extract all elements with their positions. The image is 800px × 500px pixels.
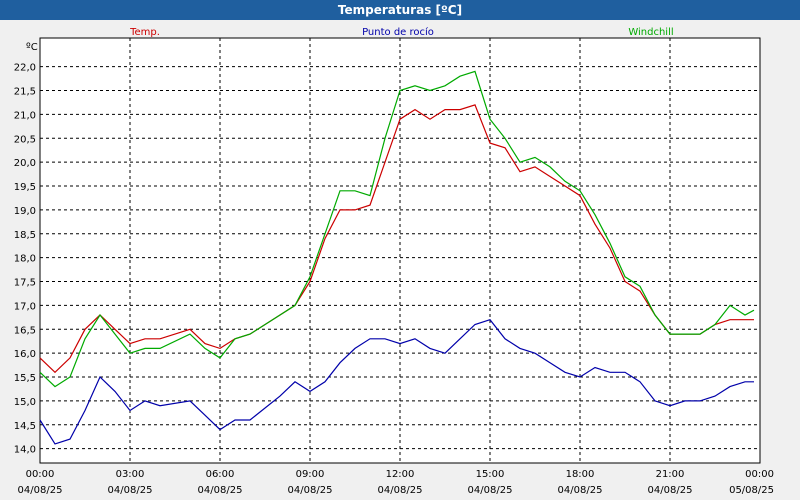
x-tick-time-label: 00:00 xyxy=(745,469,774,480)
y-tick-label: 22,0 xyxy=(14,63,36,74)
x-tick-time-label: 12:00 xyxy=(386,469,415,480)
y-tick-label: 16,0 xyxy=(14,349,36,360)
chart-window: Temperaturas [ºC] 14,0 14,5 15,0 15,5 16,0 16… xyxy=(0,0,800,500)
x-tick-date-label: 04/08/25 xyxy=(468,485,513,496)
x-tick-time-label: 21:00 xyxy=(656,469,685,480)
legend-entry: Windchill xyxy=(628,27,673,38)
legend-entry: Punto de rocío xyxy=(362,26,434,38)
y-tick-label: 18,0 xyxy=(14,254,36,265)
window-title: Temperaturas [ºC] xyxy=(0,0,800,20)
x-tick-time-label: 06:00 xyxy=(206,469,235,480)
y-axis-unit-label: ºC xyxy=(26,42,38,53)
y-tick-label: 20,0 xyxy=(14,158,36,169)
x-tick-time-label: 00:00 xyxy=(26,469,55,480)
y-tick-label: 19,5 xyxy=(14,182,36,193)
x-tick-time-label: 03:00 xyxy=(116,469,145,480)
x-tick-date-label: 04/08/25 xyxy=(378,485,423,496)
y-tick-label: 15,5 xyxy=(14,373,36,384)
x-tick-time-label: 15:00 xyxy=(476,469,505,480)
y-tick-label: 14,5 xyxy=(14,421,36,432)
y-tick-label: 15,0 xyxy=(14,397,36,408)
x-tick-date-label: 04/08/25 xyxy=(648,485,693,496)
y-tick-label: 19,0 xyxy=(14,206,36,217)
y-tick-label: 21,0 xyxy=(14,110,36,121)
y-tick-label: 16,5 xyxy=(14,325,36,336)
legend-entry: Temp. xyxy=(129,27,160,38)
y-tick-label: 21,5 xyxy=(14,87,36,98)
x-tick-date-label: 04/08/25 xyxy=(198,485,243,496)
x-tick-date-label: 05/08/25 xyxy=(729,485,774,496)
x-tick-time-label: 18:00 xyxy=(566,469,595,480)
x-tick-date-label: 04/08/25 xyxy=(108,485,153,496)
y-tick-label: 17,0 xyxy=(14,301,36,312)
x-tick-date-label: 04/08/25 xyxy=(558,485,603,496)
y-tick-label: 20,5 xyxy=(14,134,36,145)
y-tick-label: 18,5 xyxy=(14,230,36,241)
x-tick-date-label: 04/08/25 xyxy=(288,485,333,496)
x-tick-time-label: 09:00 xyxy=(296,469,325,480)
y-tick-label: 14,0 xyxy=(14,445,36,456)
temperature-chart: 14,0 14,5 15,0 15,5 16,0 16,5 17,0 17,5 18,0 18,5… xyxy=(14,26,774,496)
x-tick-date-label: 04/08/25 xyxy=(18,485,63,496)
y-tick-label: 17,5 xyxy=(14,278,36,289)
